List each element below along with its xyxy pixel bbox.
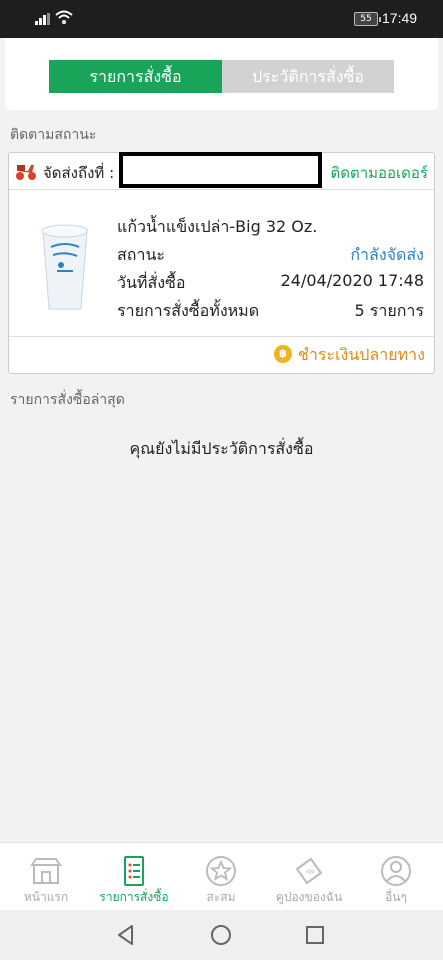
order-tabs: รายการสั่งซื้อ ประวัติการสั่งซื้อ [5,38,438,110]
total-items-value: 5 รายการ [354,301,424,320]
recent-orders-label: รายการสั่งซื้อล่าสุด [10,392,125,408]
nav-orders[interactable]: รายการสั่งซื้อ [90,843,178,911]
shipping-row: จัดส่งถึงที่ : ติดตามออเดอร์ [9,152,434,190]
battery-icon: 55 [354,12,381,26]
signal-icon [35,13,51,25]
tracking-section-label: ติดตามสถานะ [10,127,97,143]
empty-history-message: คุณยังไม่มีประวัติการสั่งซื้อ [129,439,314,458]
nav-more[interactable]: อื่นๆ [352,843,440,911]
scooter-icon [16,165,36,180]
tab-order-history[interactable]: ประวัติการสั่งซื้อ [222,60,394,93]
payment-method: ชำระเงินปลายทาง [298,345,425,364]
nav-label-home: หน้าแรก [23,890,69,904]
product-name: แก้วน้ำแข็งเปล่า-Big 32 Oz. [117,217,318,236]
order-card[interactable]: จัดส่งถึงที่ : ติดตามออเดอร์ แก้วน้ำแข็ง… [8,152,435,374]
order-date-label: วันที่สั่งซื้อ [117,273,186,292]
status-value: กำลังจัดส่ง [350,245,424,264]
address-redacted [119,152,322,188]
bottom-nav: หน้าแรก รายการสั่งซื้อ สะสม % คูปองของฉั… [0,842,443,910]
status-time: 17:49 [382,10,418,26]
svg-text:%: % [305,866,317,878]
track-order-link[interactable]: ติดตามออเดอร์ [331,161,429,185]
recents-icon[interactable] [303,923,327,947]
status-label: สถานะ [117,245,165,264]
status-bar: 55 17:49 [0,0,443,38]
total-items-label: รายการสั่งซื้อทั้งหมด [117,301,260,320]
store-icon [30,858,62,884]
nav-label-orders: รายการสั่งซื้อ [99,890,169,904]
home-icon[interactable] [209,923,233,947]
coupon-icon: % [295,857,323,885]
order-list-icon [124,856,144,886]
nav-label-more: อื่นๆ [385,890,407,904]
coin-icon: ฿ [274,345,292,363]
nav-points[interactable]: สะสม [177,843,265,911]
payment-row: ฿ ชำระเงินปลายทาง [9,336,434,373]
ship-to-label: จัดส่งถึงที่ : [43,164,115,182]
nav-coupons[interactable]: % คูปองของฉัน [265,843,353,911]
ice-cup-image [41,224,89,310]
tab-orders[interactable]: รายการสั่งซื้อ [49,60,222,93]
order-date-value: 24/04/2020 17:48 [280,271,424,290]
system-nav-bar [0,910,443,960]
back-icon[interactable] [114,923,138,947]
wifi-icon [55,10,73,24]
nav-home[interactable]: หน้าแรก [2,843,90,911]
nav-label-coupons: คูปองของฉัน [275,890,343,904]
nav-label-points: สะสม [206,890,236,904]
star-icon [206,856,236,886]
profile-icon [381,856,411,886]
